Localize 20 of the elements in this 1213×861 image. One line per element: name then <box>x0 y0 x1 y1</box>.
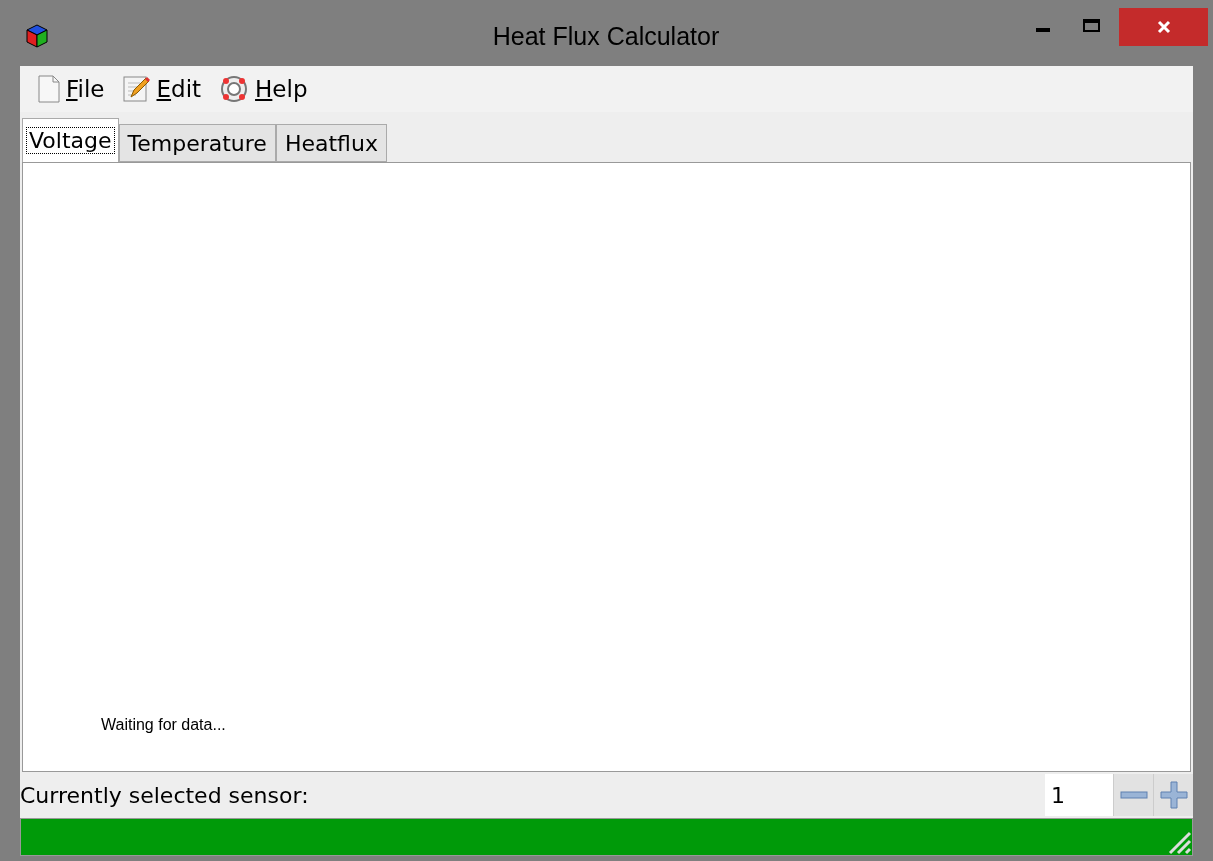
window-title: Heat Flux Calculator <box>491 21 721 52</box>
minus-icon <box>1119 791 1148 799</box>
tab[interactable]: Voltage <box>22 118 119 162</box>
menu-item[interactable]: Edit <box>122 71 202 107</box>
menu-item[interactable]: Help <box>219 71 308 107</box>
notepad-pencil-icon <box>122 75 151 103</box>
cube-icon <box>26 24 48 48</box>
lifebuoy-icon <box>219 74 250 104</box>
status-text: Waiting for data... <box>101 715 226 735</box>
plus-icon <box>1159 781 1188 809</box>
close-button[interactable] <box>1119 8 1208 46</box>
increment-button[interactable] <box>1153 774 1193 816</box>
close-icon <box>1156 20 1171 34</box>
sensor-label: Currently selected sensor: <box>20 781 310 810</box>
document-icon <box>38 75 60 103</box>
menu-item[interactable]: File <box>38 71 105 107</box>
decrement-button[interactable] <box>1113 774 1153 816</box>
tab[interactable]: Temperature <box>118 124 276 162</box>
tab[interactable]: Heatflux <box>275 124 387 162</box>
sensor-field[interactable]: 1 <box>1045 774 1113 816</box>
